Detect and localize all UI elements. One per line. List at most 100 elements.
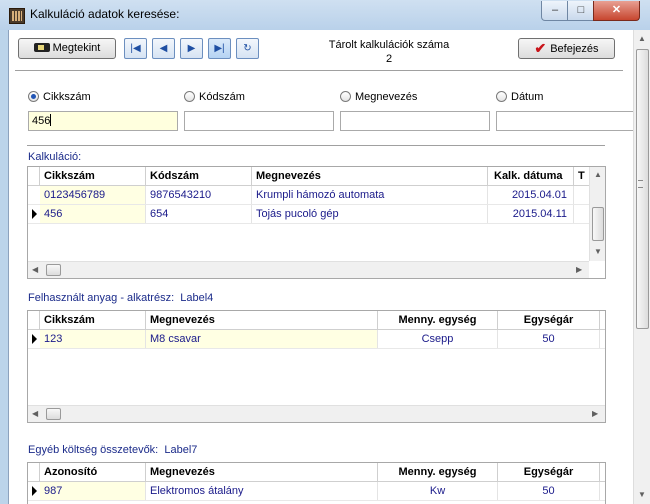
header-kodszam[interactable]: Kódszám xyxy=(146,167,252,185)
main-vscroll[interactable]: ▲ ▼ xyxy=(633,30,650,504)
scroll-thumb[interactable] xyxy=(46,264,61,276)
current-row-arrow-icon xyxy=(32,486,37,496)
text-caret xyxy=(50,114,52,126)
header-azonosito[interactable]: Azonosító xyxy=(40,463,146,481)
scroll-thumb[interactable] xyxy=(636,49,649,329)
nav-refresh-button[interactable]: ↻ xyxy=(236,38,259,59)
nav-first-button[interactable]: |◀ xyxy=(124,38,147,59)
cell-cikkszam[interactable]: 123 xyxy=(40,330,146,348)
header-t[interactable]: T xyxy=(574,167,590,185)
scroll-thumb[interactable] xyxy=(592,207,604,241)
radio-megnevezes[interactable]: Megnevezés xyxy=(340,91,417,105)
view-button[interactable]: Megtekint xyxy=(18,38,116,59)
cell-datum[interactable]: 2015.04.01 xyxy=(488,186,574,204)
cell-datum[interactable]: 2015.04.11 xyxy=(488,205,574,223)
scroll-thumb[interactable] xyxy=(46,408,61,420)
scroll-grip-icon xyxy=(638,180,643,188)
cell-egysegar[interactable]: 50 xyxy=(498,330,600,348)
scroll-down-icon[interactable]: ▼ xyxy=(594,247,602,256)
radio-label: Megnevezés xyxy=(355,91,418,103)
table-row[interactable]: 987 Elektromos átalány Kw 50 xyxy=(28,482,605,501)
client-area: Megtekint |◀ ◀ ▶ ▶| ↻ Tárolt kalkulációk… xyxy=(8,30,650,504)
cell-menny-egyseg[interactable]: Kw xyxy=(378,482,498,500)
cell-cikkszam[interactable]: 0123456789 xyxy=(40,186,146,204)
costs-label-text: Egyéb költség összetevők: xyxy=(28,444,159,456)
header-megnevezes[interactable]: Megnevezés xyxy=(252,167,488,185)
cell-megnevezes[interactable]: M8 csavar xyxy=(146,330,378,348)
calc-grid[interactable]: Cikkszám Kódszám Megnevezés Kalk. dátuma… xyxy=(27,166,606,279)
header-egysegar[interactable]: Egységár xyxy=(498,311,600,329)
header-indicator xyxy=(28,311,40,329)
current-row-arrow-icon xyxy=(32,209,37,219)
cell-egysegar[interactable]: 50 xyxy=(498,482,600,500)
nav-last-button[interactable]: ▶| xyxy=(208,38,231,59)
app-window: Kalkuláció adatok keresése: – □ ✕ Megtek… xyxy=(0,0,650,504)
search-divider xyxy=(27,145,605,146)
scroll-left-icon[interactable]: ◀ xyxy=(32,409,38,418)
header-indicator xyxy=(28,167,40,185)
finish-button[interactable]: ✔ Befejezés xyxy=(518,38,615,59)
title-bar[interactable]: Kalkuláció adatok keresése: – □ ✕ xyxy=(0,0,650,30)
toolbar-divider xyxy=(15,70,623,72)
radio-cikkszam[interactable]: Cikkszám xyxy=(28,91,91,105)
cell-megnevezes[interactable]: Elektromos átalány xyxy=(146,482,378,500)
material-hscroll[interactable]: ◀ ▶ xyxy=(28,405,605,422)
search-input-megnevezes[interactable] xyxy=(340,111,490,131)
table-row[interactable]: 456 654 Tojás pucoló gép 2015.04.11 xyxy=(28,205,590,224)
cell-azonosito[interactable]: 987 xyxy=(40,482,146,500)
cell-megnevezes[interactable]: Tojás pucoló gép xyxy=(252,205,488,223)
search-input-value: 456 xyxy=(32,115,51,127)
header-cikkszam[interactable]: Cikkszám xyxy=(40,311,146,329)
search-input-kodszam[interactable] xyxy=(184,111,334,131)
app-icon xyxy=(9,8,25,24)
header-menny-egyseg[interactable]: Menny. egység xyxy=(378,311,498,329)
radio-label: Dátum xyxy=(511,91,544,103)
radio-icon xyxy=(340,91,351,102)
window-title: Kalkuláció adatok keresése: xyxy=(30,7,180,21)
scroll-right-icon[interactable]: ▶ xyxy=(576,265,582,274)
header-megnevezes[interactable]: Megnevezés xyxy=(146,311,378,329)
table-row[interactable]: 0123456789 9876543210 Krumpli hámozó aut… xyxy=(28,186,590,205)
material-grid-header: Cikkszám Megnevezés Menny. egység Egység… xyxy=(28,311,605,330)
costs-grid[interactable]: Azonosító Megnevezés Menny. egység Egysé… xyxy=(27,462,606,504)
search-input-datum[interactable] xyxy=(496,111,646,131)
nav-prev-button[interactable]: ◀ xyxy=(152,38,175,59)
close-button[interactable]: ✕ xyxy=(593,1,640,21)
scroll-left-icon[interactable]: ◀ xyxy=(32,265,38,274)
search-input-cikkszam[interactable]: 456 xyxy=(28,111,178,131)
calc-grid-header: Cikkszám Kódszám Megnevezés Kalk. dátuma… xyxy=(28,167,590,186)
header-megnevezes[interactable]: Megnevezés xyxy=(146,463,378,481)
counter-value: 2 xyxy=(385,53,393,65)
current-row-arrow-icon xyxy=(32,334,37,344)
maximize-button[interactable]: □ xyxy=(567,1,595,21)
counter-label: Tárolt kalkulációk száma xyxy=(328,39,450,51)
cell-menny-egyseg[interactable]: Csepp xyxy=(378,330,498,348)
table-row[interactable]: 123 M8 csavar Csepp 50 xyxy=(28,330,605,349)
radio-datum[interactable]: Dátum xyxy=(496,91,543,105)
header-cikkszam[interactable]: Cikkszám xyxy=(40,167,146,185)
costs-sublabel: Label7 xyxy=(164,444,198,456)
cell-cikkszam[interactable]: 456 xyxy=(40,205,146,223)
radio-label: Kódszám xyxy=(199,91,245,103)
radio-icon xyxy=(496,91,507,102)
calc-hscroll[interactable]: ◀ ▶ xyxy=(28,261,589,278)
header-menny-egyseg[interactable]: Menny. egység xyxy=(378,463,498,481)
scroll-down-icon[interactable]: ▼ xyxy=(638,490,646,499)
material-grid[interactable]: Cikkszám Megnevezés Menny. egység Egység… xyxy=(27,310,606,423)
view-button-label: Megtekint xyxy=(52,42,101,54)
radio-kodszam[interactable]: Kódszám xyxy=(184,91,245,105)
calc-vscroll[interactable]: ▲ ▼ xyxy=(589,167,605,261)
cell-kodszam[interactable]: 9876543210 xyxy=(146,186,252,204)
costs-section-label: Egyéb költség összetevők: Label7 xyxy=(28,444,197,456)
scroll-up-icon[interactable]: ▲ xyxy=(638,34,646,43)
cell-megnevezes[interactable]: Krumpli hámozó automata xyxy=(252,186,488,204)
scroll-up-icon[interactable]: ▲ xyxy=(594,170,602,179)
minimize-button[interactable]: – xyxy=(541,1,569,21)
nav-next-button[interactable]: ▶ xyxy=(180,38,203,59)
radio-selected-icon xyxy=(28,91,39,102)
scroll-right-icon[interactable]: ▶ xyxy=(592,409,598,418)
header-kalk-datum[interactable]: Kalk. dátuma xyxy=(488,167,574,185)
header-egysegar[interactable]: Egységár xyxy=(498,463,600,481)
costs-grid-header: Azonosító Megnevezés Menny. egység Egysé… xyxy=(28,463,605,482)
cell-kodszam[interactable]: 654 xyxy=(146,205,252,223)
